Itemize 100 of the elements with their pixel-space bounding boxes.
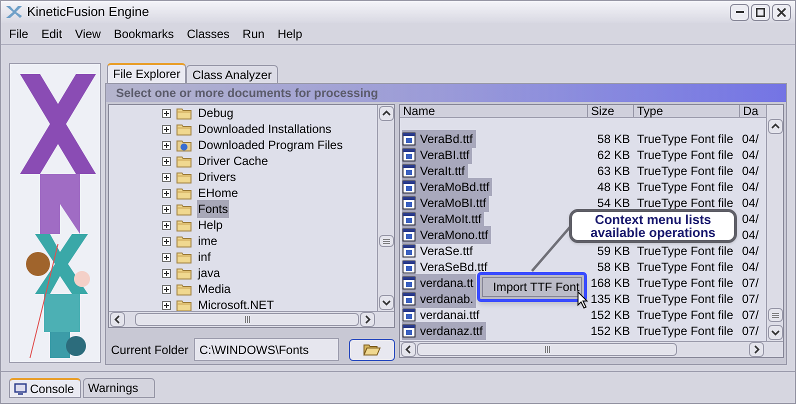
tree-item[interactable]: Fonts	[197, 200, 230, 218]
tab[interactable]: File Explorer	[107, 63, 186, 83]
folder-icon	[176, 266, 192, 280]
table-cell: TrueType Font file	[637, 132, 734, 146]
table-cell: TrueType Font file	[637, 196, 734, 210]
file-name-cell[interactable]: verdanab.	[402, 290, 476, 308]
tree-item[interactable]: Drivers	[197, 168, 237, 186]
table-cell: TrueType Font file	[637, 148, 734, 162]
expand-icon	[162, 172, 171, 182]
font-file-icon	[402, 244, 416, 258]
folder-path-field[interactable]: C:\WINDOWS\Fonts	[194, 338, 340, 361]
minimize-icon	[736, 11, 744, 13]
table-cell: 07/	[742, 324, 759, 338]
scrollbar-thumb[interactable]	[378, 235, 394, 247]
table-cell: 07/	[742, 276, 759, 290]
scroll-right-button[interactable]	[749, 342, 764, 357]
tree-item[interactable]: Debug	[197, 105, 234, 122]
table-cell: TrueType Font file	[637, 180, 734, 194]
scroll-down-button[interactable]	[768, 325, 782, 340]
table-cell: TrueType Font file	[637, 308, 734, 322]
tree-item[interactable]: ime	[197, 232, 218, 250]
scrollbar-thumb[interactable]	[768, 308, 782, 322]
chevron-up-icon	[382, 109, 390, 118]
maximize-button[interactable]	[751, 4, 770, 20]
menu-item[interactable]: View	[75, 24, 101, 42]
tab[interactable]: Warnings	[83, 378, 155, 398]
column-header[interactable]: Size	[588, 105, 634, 117]
table-cell: 04/	[742, 228, 759, 242]
tree-item[interactable]: Media	[197, 280, 232, 298]
file-name-cell[interactable]: verdanaz.ttf	[402, 322, 486, 340]
grip-icon	[382, 236, 390, 246]
menu-item[interactable]: Bookmarks	[114, 24, 174, 42]
folder-icon	[176, 282, 192, 296]
file-name-cell[interactable]: VeraMono.ttf	[402, 226, 492, 244]
menu-item[interactable]: Import TTF Font	[482, 277, 582, 297]
table-cell: 04/	[742, 180, 759, 194]
font-file-icon	[402, 148, 416, 162]
file-name-cell[interactable]: VeraBI.ttf	[402, 146, 472, 164]
tree-item[interactable]: Driver Cache	[197, 152, 270, 170]
tree-item[interactable]: Downloaded Installations	[197, 120, 332, 138]
grip-icon	[770, 310, 780, 320]
column-header[interactable]: Name	[400, 105, 588, 117]
expand-icon	[162, 268, 171, 278]
scroll-down-button[interactable]	[378, 295, 394, 310]
expand-icon	[162, 284, 171, 294]
tree-item[interactable]: Help	[197, 216, 224, 234]
table-cell: 07/	[742, 308, 759, 322]
expand-icon	[162, 140, 171, 150]
scroll-right-button[interactable]	[360, 312, 375, 327]
table-cell-text: 152 KB	[590, 307, 630, 324]
chevron-left-icon	[113, 315, 122, 324]
tree-item[interactable]: inf	[197, 248, 212, 266]
tab[interactable]: Console	[9, 378, 81, 398]
font-file-icon	[402, 196, 416, 210]
scroll-left-button[interactable]	[110, 312, 125, 327]
table-cell: 04/	[742, 132, 759, 146]
folder-icon	[176, 218, 192, 232]
menu-item[interactable]: Run	[242, 24, 265, 42]
font-file-icon	[402, 324, 416, 338]
table-cell-text: 48 KB	[597, 179, 630, 196]
tree-item[interactable]: Microsoft.NET	[197, 296, 276, 311]
scroll-left-button[interactable]	[401, 342, 416, 357]
table-cell: TrueType Font file	[637, 292, 734, 306]
file-name-cell[interactable]: VeraSeBd.ttf	[402, 258, 490, 276]
menu-item[interactable]: File	[9, 24, 28, 42]
maximize-icon	[756, 8, 765, 16]
expand-icon	[162, 124, 171, 134]
font-file-icon	[402, 164, 416, 178]
table-cell: TrueType Font file	[637, 164, 734, 178]
folder-icon	[176, 298, 192, 311]
file-name-cell[interactable]: verdanai.ttf	[402, 306, 482, 324]
open-folder-button[interactable]	[349, 338, 395, 360]
scrollbar-thumb[interactable]	[417, 343, 677, 356]
menu-item[interactable]: Help	[278, 24, 302, 42]
expand-icon	[162, 188, 171, 198]
tab[interactable]: Class Analyzer	[186, 65, 278, 83]
field-label: Current Folder	[110, 342, 188, 358]
file-name-cell[interactable]: VeraSe.ttf	[402, 242, 476, 260]
table-cell: 04/	[742, 164, 759, 178]
scroll-up-button[interactable]	[378, 106, 394, 121]
tree-item[interactable]: Downloaded Program Files	[197, 136, 344, 154]
column-header[interactable]: Type	[634, 105, 740, 117]
tree-item[interactable]: EHome	[197, 184, 240, 202]
folder-icon	[176, 106, 192, 120]
expand-icon	[162, 220, 171, 230]
table-cell-text: 58 KB	[597, 131, 630, 148]
table-cell-text: 168 KB	[590, 275, 630, 292]
tree-item[interactable]: java	[197, 264, 222, 282]
expand-icon	[162, 204, 171, 214]
font-file-icon	[402, 180, 416, 194]
close-button[interactable]	[772, 4, 791, 20]
chevron-right-icon	[752, 345, 761, 354]
table-cell: 04/	[742, 212, 759, 226]
menu-item[interactable]: Edit	[41, 24, 62, 42]
file-name-cell[interactable]: VeraMoBI.ttf	[402, 194, 490, 212]
minimize-button[interactable]	[730, 4, 749, 20]
scrollbar-thumb[interactable]	[135, 313, 359, 326]
table-cell-text: 152 KB	[590, 323, 630, 340]
menu-item[interactable]: Classes	[186, 24, 230, 42]
scroll-up-button[interactable]	[768, 119, 782, 134]
